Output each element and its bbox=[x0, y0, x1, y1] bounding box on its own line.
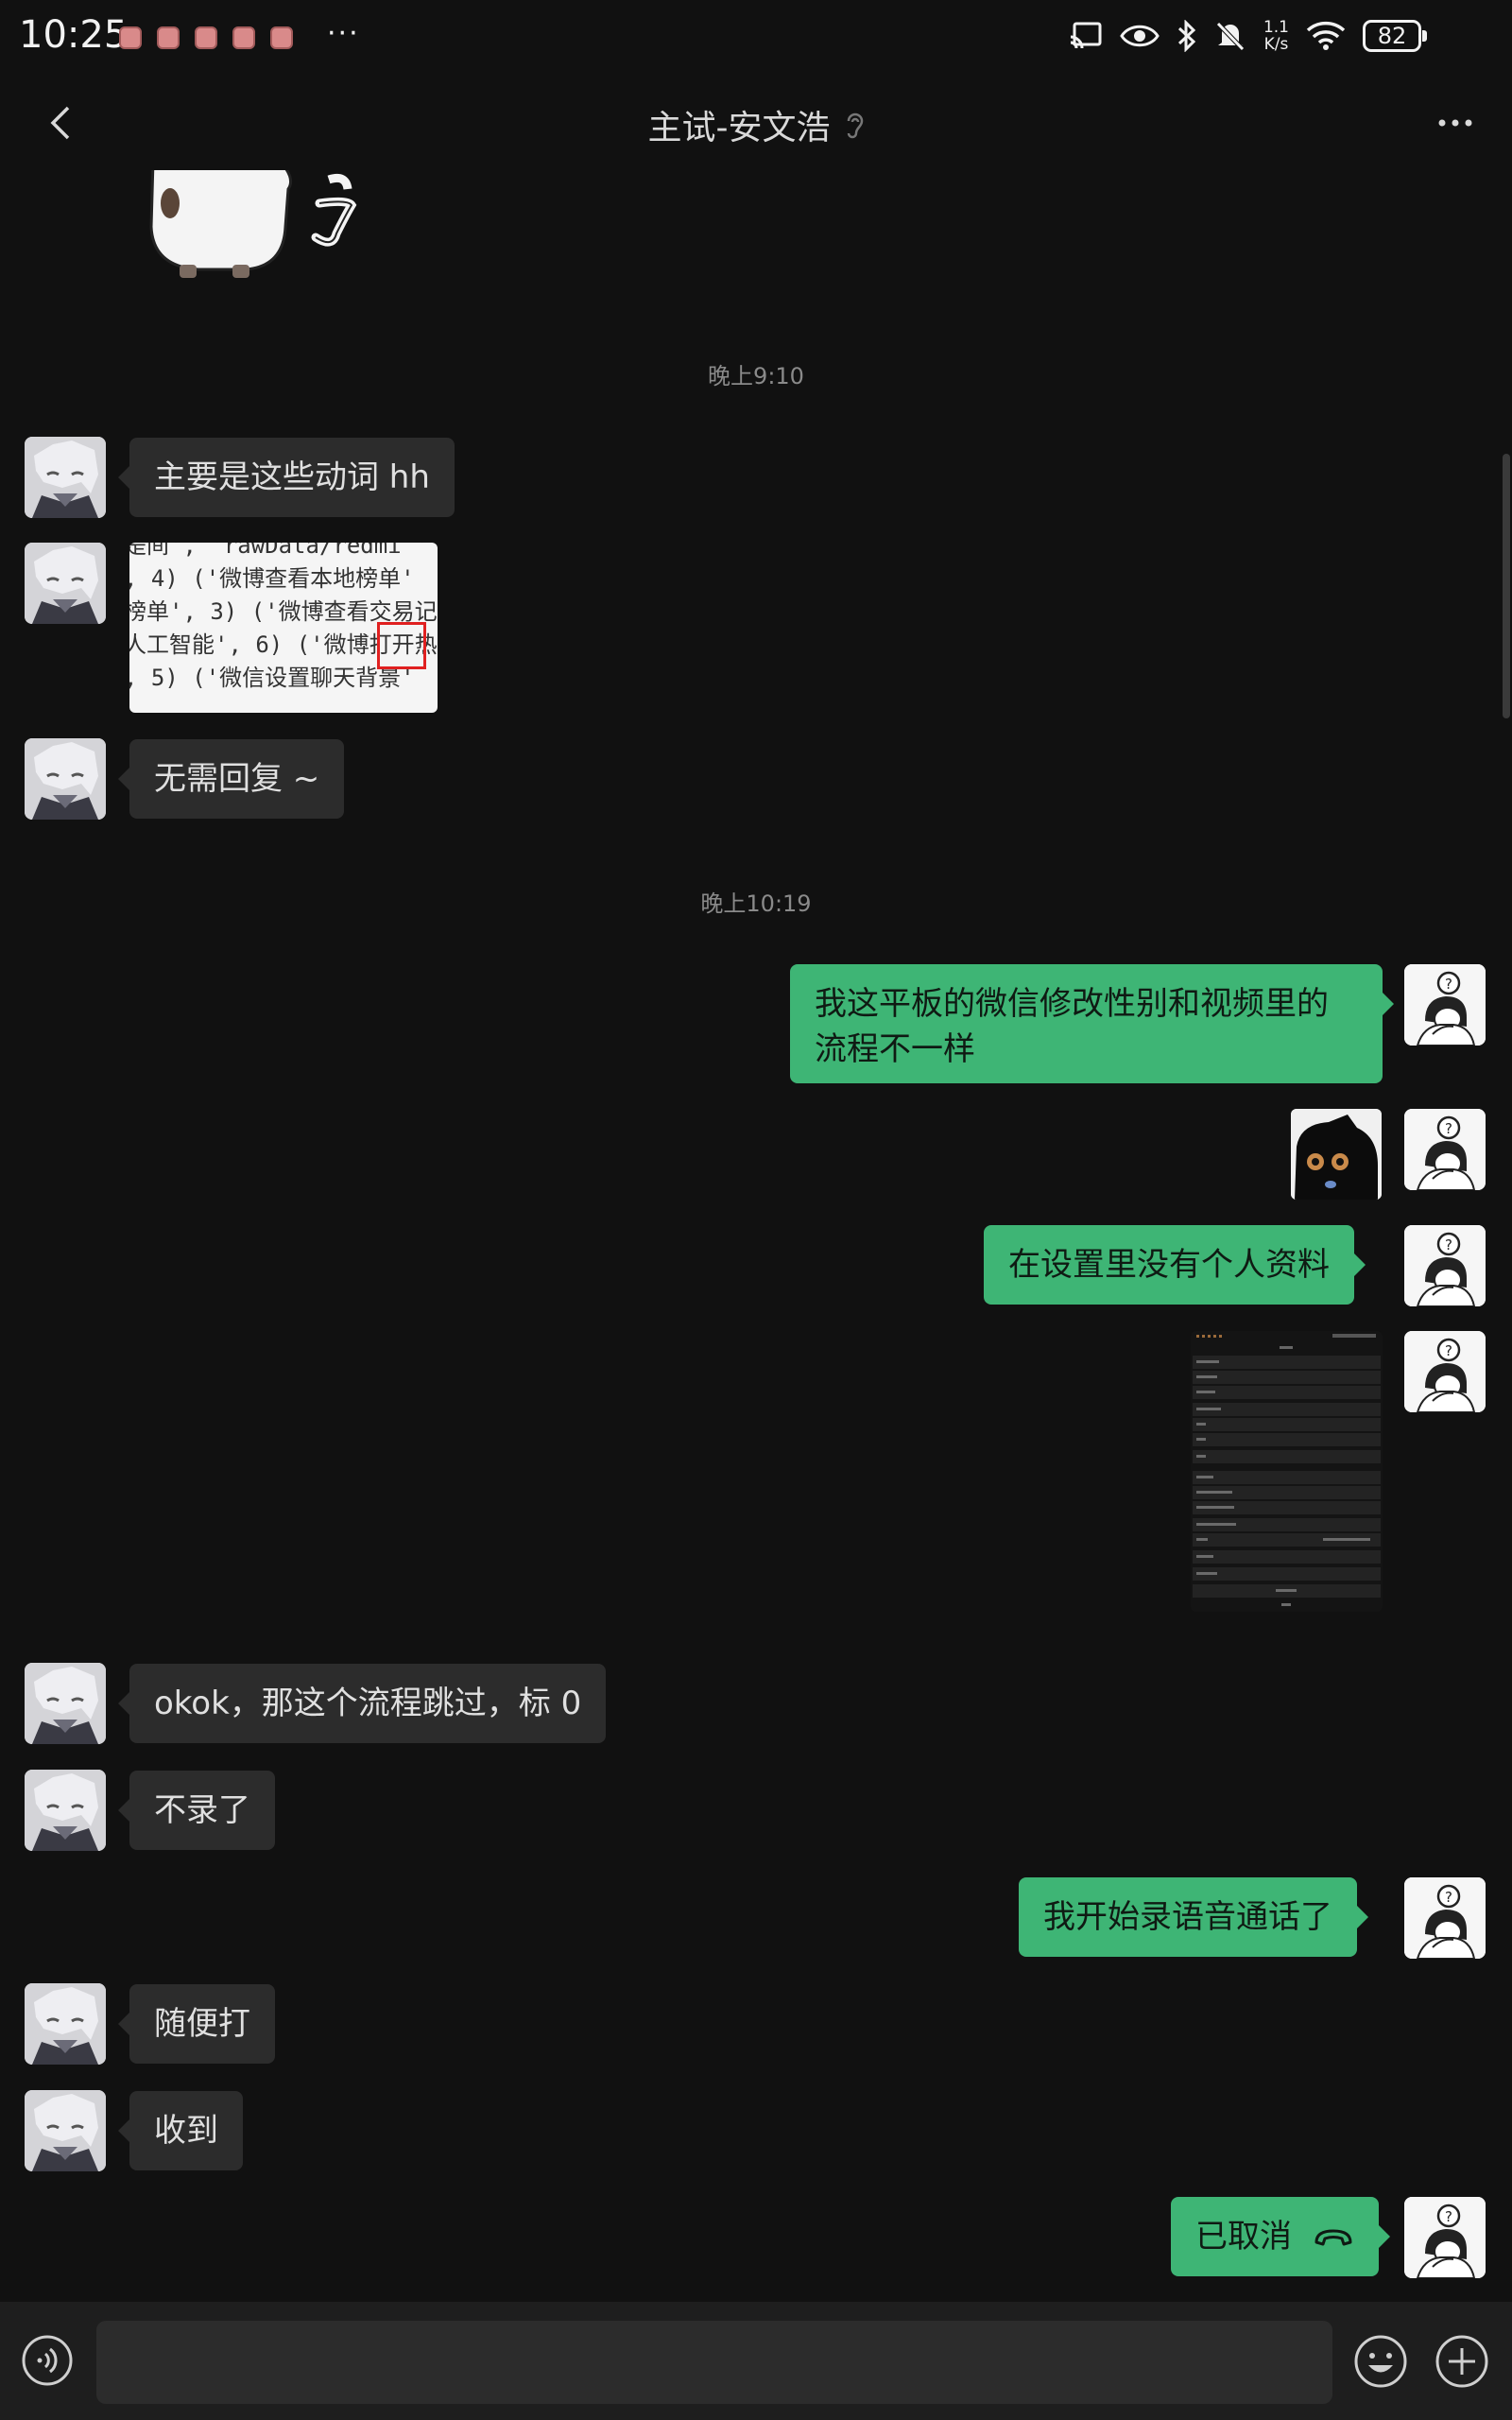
wechat-chat-screen: 10:25 ··· 1.1 K/s 82 主试-安文浩 晚上9:10 主要是这些… bbox=[0, 0, 1512, 2420]
image-message-settings-screenshot[interactable] bbox=[1191, 1331, 1383, 1612]
input-bar bbox=[0, 2302, 1512, 2420]
message-bubble-received[interactable]: 收到 bbox=[118, 2091, 243, 2170]
svg-text:?: ? bbox=[1445, 976, 1452, 993]
code-line: , 4) ('微博查看本地榜单' bbox=[129, 565, 415, 592]
svg-text:?: ? bbox=[1445, 1120, 1452, 1137]
svg-text:?: ? bbox=[1445, 2208, 1452, 2225]
network-speed: 1.1 K/s bbox=[1263, 19, 1289, 53]
wifi-icon bbox=[1306, 21, 1346, 50]
status-bar: 10:25 ··· 1.1 K/s 82 bbox=[0, 0, 1512, 76]
message-bubble-received[interactable]: okok，那这个流程跳过，标 0 bbox=[117, 1664, 607, 1743]
contact-avatar[interactable] bbox=[25, 2090, 106, 2171]
message-timestamp: 晚上9:10 bbox=[708, 363, 804, 389]
my-avatar[interactable]: ? bbox=[1404, 1331, 1486, 1412]
ear-icon bbox=[847, 112, 863, 139]
bluetooth-icon bbox=[1177, 20, 1196, 52]
svg-text:?: ? bbox=[1445, 1889, 1452, 1906]
app-notification-icon bbox=[232, 26, 255, 49]
system-icons: 1.1 K/s 82 bbox=[1069, 19, 1427, 53]
contact-avatar[interactable] bbox=[25, 543, 106, 624]
my-avatar[interactable]: ? bbox=[1404, 1109, 1486, 1190]
chat-title-bar: 主试-安文浩 bbox=[0, 100, 1512, 149]
my-avatar[interactable]: ? bbox=[1404, 1225, 1486, 1306]
notification-icons bbox=[119, 26, 293, 49]
call-cancelled-bubble[interactable]: 已取消 bbox=[1171, 2197, 1390, 2276]
cast-icon bbox=[1070, 22, 1102, 49]
status-time: 10:25 bbox=[19, 13, 129, 57]
my-avatar[interactable]: ? bbox=[1404, 1877, 1486, 1959]
app-notification-icon bbox=[157, 26, 180, 49]
net-speed-value: 1.1 bbox=[1263, 18, 1289, 37]
plus-icon[interactable] bbox=[1435, 2334, 1489, 2389]
contact-avatar[interactable] bbox=[25, 437, 106, 518]
more-notifications-icon: ··· bbox=[327, 17, 360, 50]
contact-avatar[interactable] bbox=[25, 738, 106, 820]
call-status-text: 已取消 bbox=[1195, 2218, 1292, 2256]
more-dots-icon[interactable] bbox=[1429, 96, 1482, 149]
message-bubble-sent[interactable]: 我这平板的微信修改性别和视频里的流程不一样 bbox=[790, 964, 1394, 1083]
message-bubble-received[interactable]: 随便打 bbox=[118, 1984, 275, 2064]
message-list[interactable]: 晚上9:10 主要是这些动词 hh 是间', 'rawData/redmi ' … bbox=[0, 170, 1512, 2302]
contact-avatar[interactable] bbox=[25, 1770, 106, 1851]
battery-indicator: 82 bbox=[1363, 20, 1427, 52]
message-timestamp: 晚上10:19 bbox=[700, 890, 812, 917]
svg-text:?: ? bbox=[1445, 1236, 1452, 1253]
chat-title[interactable]: 主试-安文浩 bbox=[648, 100, 831, 149]
emoji-icon[interactable] bbox=[1353, 2334, 1408, 2389]
highlight-box bbox=[377, 622, 426, 669]
message-input[interactable] bbox=[96, 2321, 1332, 2404]
net-speed-unit: K/s bbox=[1263, 35, 1289, 54]
my-avatar[interactable]: ? bbox=[1404, 964, 1486, 1046]
contact-avatar[interactable] bbox=[25, 1983, 106, 2065]
message-bubble-sent[interactable]: 我开始录语音通话了 bbox=[1019, 1877, 1368, 1957]
my-avatar[interactable]: ? bbox=[1404, 2197, 1486, 2278]
scrollbar[interactable] bbox=[1503, 454, 1510, 718]
message-bubble-received[interactable]: 无需回复 ~ bbox=[117, 739, 345, 819]
contact-avatar[interactable] bbox=[25, 1663, 106, 1744]
svg-text:?: ? bbox=[1445, 1342, 1452, 1359]
sticker-message-black-cat[interactable] bbox=[1291, 1109, 1382, 1200]
mute-bell-icon bbox=[1216, 22, 1245, 51]
message-bubble-received[interactable]: 主要是这些动词 hh bbox=[118, 438, 455, 517]
chat-header: 主试-安文浩 bbox=[0, 76, 1512, 170]
message-bubble-sent[interactable]: 在设置里没有个人资料 bbox=[984, 1225, 1366, 1305]
image-message-code-screenshot[interactable]: 是间', 'rawData/redmi ' , 4) ('微博查看本地榜单' 榜… bbox=[129, 543, 438, 713]
app-notification-icon bbox=[270, 26, 293, 49]
sticker-message[interactable] bbox=[142, 170, 387, 284]
code-line: 是间', 'rawData/redmi ' bbox=[129, 543, 429, 559]
message-bubble-received[interactable]: 不录了 bbox=[118, 1771, 275, 1850]
voice-icon[interactable] bbox=[21, 2334, 74, 2387]
app-notification-icon bbox=[195, 26, 217, 49]
app-notification-icon bbox=[119, 26, 142, 49]
hang-up-phone-icon bbox=[1314, 2229, 1352, 2246]
eye-icon bbox=[1120, 25, 1160, 47]
